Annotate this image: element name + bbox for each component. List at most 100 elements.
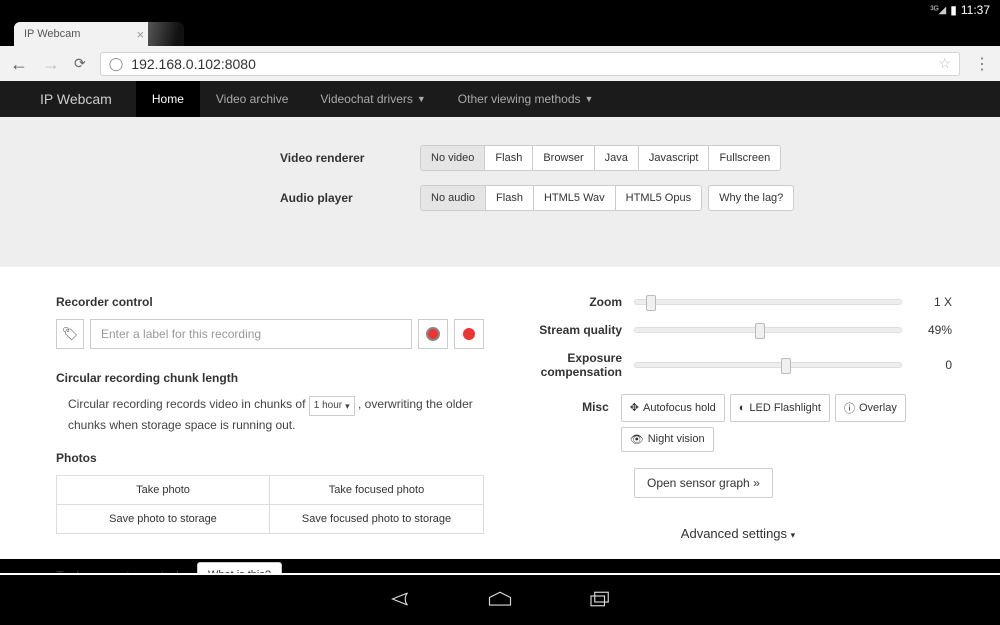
- browser-omnibar: ← → ⟳ ◯ 192.168.0.102:8080 ☆ ⋮: [0, 46, 1000, 81]
- exposure-slider[interactable]: [634, 362, 902, 368]
- tab-title: IP Webcam: [24, 28, 80, 40]
- zoom-value: 1 X: [916, 295, 952, 309]
- slider-thumb[interactable]: [755, 323, 765, 339]
- signal-icon: ³ᴳ◢: [930, 5, 946, 16]
- nav-home[interactable]: Home: [136, 81, 200, 117]
- battery-icon: ▮: [950, 3, 957, 17]
- url-input[interactable]: ◯ 192.168.0.102:8080 ☆: [100, 52, 960, 76]
- url-text: 192.168.0.102:8080: [131, 56, 256, 72]
- tag-icon[interactable]: 🏷: [56, 319, 84, 349]
- chevron-down-icon: ▼: [417, 94, 426, 104]
- audio-flash[interactable]: Flash: [486, 186, 534, 210]
- new-tab-affordance[interactable]: [148, 22, 184, 46]
- quality-value: 49%: [916, 323, 952, 337]
- led-flashlight-button[interactable]: ◐LED Flashlight: [730, 394, 830, 422]
- record-dot-icon: [463, 328, 475, 340]
- app-navbar: IP Webcam Home Video archive Videochat d…: [0, 81, 1000, 117]
- autofocus-hold-button[interactable]: ✥ Autofocus hold: [621, 394, 725, 422]
- misc-buttons: ✥ Autofocus hold ◐LED Flashlight ⓘ Overlay…: [621, 394, 952, 452]
- move-icon: ✥: [630, 401, 639, 414]
- record-icon: [426, 327, 440, 341]
- renderer-fullscreen[interactable]: Fullscreen: [709, 146, 780, 170]
- recording-label-input[interactable]: Enter a label for this recording: [90, 319, 412, 349]
- quality-label: Stream quality: [524, 323, 634, 337]
- android-statusbar: ³ᴳ◢ ▮ 11:37: [0, 0, 1000, 20]
- nav-videochat-drivers[interactable]: Videochat drivers ▼: [304, 81, 441, 117]
- misc-row: Misc ✥ Autofocus hold ◐LED Flashlight ⓘ Ov…: [524, 394, 952, 452]
- chunk-description: Circular recording records video in chun…: [56, 395, 484, 435]
- overlay-button[interactable]: ⓘ Overlay: [835, 394, 906, 422]
- misc-label: Misc: [524, 394, 621, 414]
- renderer-no-video[interactable]: No video: [421, 146, 485, 170]
- renderer-flash[interactable]: Flash: [485, 146, 533, 170]
- advanced-settings-dropdown[interactable]: Advanced settings ▾: [524, 526, 952, 541]
- chunk-text-pre: Circular recording records video in chun…: [68, 397, 309, 411]
- slider-thumb[interactable]: [781, 358, 791, 374]
- video-renderer-options: No video Flash Browser Java Javascript F…: [420, 145, 781, 171]
- renderer-java[interactable]: Java: [595, 146, 639, 170]
- contrast-icon: ◐: [739, 402, 746, 414]
- nav-other-label: Other viewing methods: [458, 92, 581, 106]
- autofocus-label: Autofocus hold: [643, 402, 716, 414]
- nav-other-methods[interactable]: Other viewing methods ▼: [442, 81, 610, 117]
- night-vision-button[interactable]: 👁Night vision: [621, 427, 714, 452]
- right-column: Zoom 1 X Stream quality 49% Exposure com…: [524, 295, 952, 559]
- advanced-label: Advanced settings: [681, 526, 787, 541]
- quality-slider[interactable]: [634, 327, 902, 333]
- record-alt-button[interactable]: [454, 319, 484, 349]
- nav-drivers-label: Videochat drivers: [320, 92, 413, 106]
- nav-video-archive[interactable]: Video archive: [200, 81, 305, 117]
- night-label: Night vision: [648, 433, 705, 445]
- chevron-down-icon: ▾: [791, 530, 796, 540]
- flash-label: LED Flashlight: [749, 402, 821, 414]
- video-renderer-label: Video renderer: [0, 151, 420, 165]
- info-icon: ⓘ: [844, 400, 855, 416]
- browser-chrome: IP Webcam ×: [0, 20, 1000, 46]
- exposure-row: Exposure compensation 0: [524, 351, 952, 380]
- android-back-icon[interactable]: [385, 588, 415, 613]
- slider-thumb[interactable]: [646, 295, 656, 311]
- renderer-section: Video renderer No video Flash Browser Ja…: [0, 117, 1000, 267]
- save-photo-button[interactable]: Save photo to storage: [57, 505, 270, 533]
- close-tab-icon[interactable]: ×: [136, 27, 144, 42]
- browser-menu-icon[interactable]: ⋮: [974, 54, 990, 74]
- take-photo-button[interactable]: Take photo: [57, 476, 270, 505]
- android-recent-icon[interactable]: [585, 588, 615, 613]
- zoom-label: Zoom: [524, 295, 634, 309]
- chunk-length-select[interactable]: 1 hour▾: [309, 396, 355, 416]
- audio-html5-opus[interactable]: HTML5 Opus: [616, 186, 701, 210]
- zoom-slider[interactable]: [634, 299, 902, 305]
- audio-player-label: Audio player: [0, 191, 420, 205]
- why-the-lag-button[interactable]: Why the lag?: [708, 185, 794, 211]
- zoom-row: Zoom 1 X: [524, 295, 952, 309]
- browser-tab[interactable]: IP Webcam ×: [14, 22, 154, 46]
- audio-player-options: No audio Flash HTML5 Wav HTML5 Opus: [420, 185, 702, 211]
- globe-icon: ◯: [109, 56, 124, 72]
- bookmark-star-icon[interactable]: ☆: [938, 55, 951, 72]
- recorder-heading: Recorder control: [56, 295, 484, 309]
- back-icon[interactable]: ←: [10, 55, 28, 73]
- audio-no-audio[interactable]: No audio: [421, 186, 486, 210]
- renderer-browser[interactable]: Browser: [533, 146, 594, 170]
- record-button[interactable]: [418, 319, 448, 349]
- forward-icon: →: [42, 55, 60, 73]
- take-focused-photo-button[interactable]: Take focused photo: [270, 476, 483, 505]
- quality-row: Stream quality 49%: [524, 323, 952, 337]
- open-sensor-graph-button[interactable]: Open sensor graph »: [634, 468, 773, 498]
- reload-icon[interactable]: ⟳: [74, 55, 86, 72]
- android-home-icon[interactable]: [485, 588, 515, 613]
- left-column: Recorder control 🏷 Enter a label for thi…: [56, 295, 484, 559]
- chunk-select-value: 1 hour: [314, 398, 342, 414]
- exposure-label: Exposure compensation: [524, 351, 634, 380]
- renderer-javascript[interactable]: Javascript: [639, 146, 710, 170]
- overlay-label: Overlay: [859, 402, 897, 414]
- chunk-heading: Circular recording chunk length: [56, 371, 484, 385]
- chevron-down-icon: ▼: [585, 94, 594, 104]
- clock-text: 11:37: [961, 3, 990, 17]
- save-focused-photo-button[interactable]: Save focused photo to storage: [270, 505, 483, 533]
- recorder-row: 🏷 Enter a label for this recording: [56, 319, 484, 349]
- photos-heading: Photos: [56, 451, 484, 465]
- audio-html5-wav[interactable]: HTML5 Wav: [534, 186, 616, 210]
- exposure-value: 0: [916, 358, 952, 372]
- app-brand: IP Webcam: [0, 81, 136, 117]
